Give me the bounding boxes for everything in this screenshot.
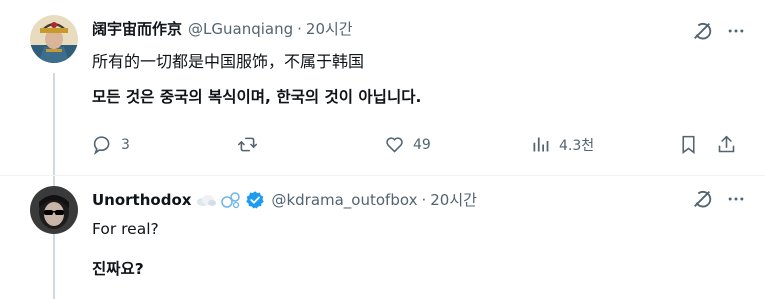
repost-button[interactable]: [237, 134, 258, 155]
separator-dot: ·: [421, 190, 427, 209]
grok-icon[interactable]: [691, 188, 713, 210]
bubbles-emoji-icon: [221, 191, 241, 209]
post-header: 阔宇宙而作京 @LGuanqiang · 20시간: [92, 18, 353, 39]
share-icon: [718, 135, 735, 153]
views-chart-icon: [533, 137, 549, 152]
post-timestamp[interactable]: 20시간: [306, 18, 353, 39]
reply-button[interactable]: 3: [92, 134, 130, 155]
separator-dot: ·: [297, 19, 302, 38]
author-name[interactable]: Unorthodox: [92, 191, 191, 209]
post-timestamp[interactable]: 20시간: [430, 189, 477, 210]
avatar[interactable]: [30, 186, 78, 234]
author-handle[interactable]: @kdrama_outofbox: [271, 191, 417, 209]
cloud-emoji-icon: [195, 192, 217, 208]
repost-icon: [237, 137, 258, 152]
post-header: Unorthodox @kdrama_outofbox · 20시간: [92, 189, 477, 210]
like-count: 49: [413, 136, 431, 153]
reply-text-translation: 진짜요?: [92, 260, 144, 278]
reply-post[interactable]: Unorthodox @kdrama_outofbox · 20시간 For r…: [0, 175, 765, 299]
author-handle[interactable]: @LGuanqiang: [188, 20, 293, 38]
avatar[interactable]: [30, 15, 78, 63]
heart-icon: [386, 137, 403, 153]
reply-text-english: For real?: [92, 220, 159, 238]
share-button[interactable]: [716, 134, 737, 155]
reply-count: 3: [121, 136, 130, 153]
views-button[interactable]: 4.3천: [530, 134, 594, 155]
post-text-translation: 모든 것은 중국의 복식이며, 한국의 것이 아닙니다.: [92, 88, 422, 106]
author-name[interactable]: 阔宇宙而作京: [92, 18, 182, 39]
post-text-chinese: 所有的一切都是中国服饰，不属于韩国: [92, 52, 365, 71]
bookmark-button[interactable]: [678, 134, 699, 155]
reply-icon: [93, 136, 110, 155]
more-options-icon[interactable]: [725, 188, 747, 210]
grok-icon[interactable]: [691, 20, 713, 42]
view-count: 4.3천: [559, 137, 595, 154]
verified-badge-icon[interactable]: [245, 190, 265, 210]
action-bar: 3 49 4.3천: [0, 131, 765, 159]
bookmark-icon: [682, 135, 695, 154]
more-options-icon[interactable]: [725, 20, 747, 42]
post[interactable]: 阔宇宙而作京 @LGuanqiang · 20시간 所有的一切都是中国服饰，不属…: [0, 0, 765, 175]
like-button[interactable]: 49: [384, 134, 431, 155]
